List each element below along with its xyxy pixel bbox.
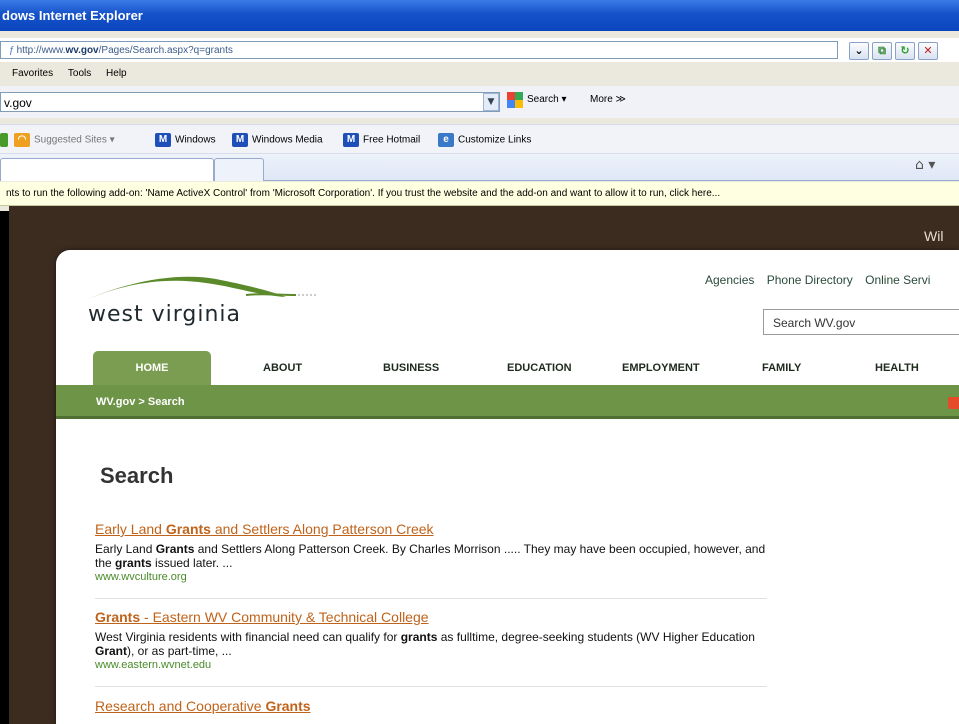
result-divider xyxy=(95,598,767,599)
search-result: Grants - Eastern WV Community & Technica… xyxy=(95,608,767,672)
search-toolbar: v.gov xyxy=(0,86,959,118)
google-icon xyxy=(507,92,523,108)
result-title-link[interactable]: Grants - Eastern WV Community & Technica… xyxy=(95,608,767,626)
fav-free-hotmail[interactable]: M Free Hotmail xyxy=(343,133,420,148)
ie-icon: e xyxy=(438,133,454,147)
address-bar: ƒ http://www.wv.gov/Pages/Search.aspx?q=g… xyxy=(0,38,959,62)
search-result: Early Land Grants and Settlers Along Pat… xyxy=(95,520,767,584)
nav-home[interactable]: HOME xyxy=(93,351,211,385)
result-url: www.eastern.wvnet.edu xyxy=(95,659,212,671)
tab-active[interactable] xyxy=(0,158,214,181)
result-url: www.wvculture.org xyxy=(95,571,187,583)
nav-education[interactable]: EDUCATION xyxy=(507,362,572,374)
fav-label: Windows xyxy=(175,134,216,146)
menu-help[interactable]: Help xyxy=(106,68,127,79)
top-links: Agencies Phone Directory Online Servi xyxy=(705,273,939,287)
result-divider xyxy=(95,686,767,687)
wv-logo-text[interactable]: west virginia xyxy=(88,302,241,327)
nav-health[interactable]: HEALTH xyxy=(875,362,919,374)
refresh-icon[interactable]: ↻ xyxy=(895,42,915,60)
fav-suggested-sites[interactable]: ◠ Suggested Sites ▾ xyxy=(14,133,115,148)
fav-label: Customize Links xyxy=(458,134,532,146)
address-dropdown-icon[interactable]: ⌄ xyxy=(849,42,869,60)
favorites-bar: ◠ Suggested Sites ▾ M Windows M Windows Med… xyxy=(0,124,959,154)
suggested-sites-icon: ◠ xyxy=(14,133,30,147)
tab-strip xyxy=(0,154,959,181)
result-title-link[interactable]: Research and Cooperative Grants xyxy=(95,697,767,715)
window-title: dows Internet Explorer xyxy=(0,0,959,31)
nav-about[interactable]: ABOUT xyxy=(263,362,302,374)
link-online-services[interactable]: Online Servi xyxy=(865,273,930,287)
home-icon[interactable]: ⌂ ▾ xyxy=(915,157,935,173)
address-path: /Pages/Search.aspx?q=grants xyxy=(98,45,233,56)
result-title-link[interactable]: Early Land Grants and Settlers Along Pat… xyxy=(95,520,767,538)
breadcrumb[interactable]: WV.gov > Search xyxy=(96,396,185,408)
nav-business[interactable]: BUSINESS xyxy=(383,362,439,374)
more-button[interactable]: More ≫ xyxy=(590,94,626,105)
msn-icon: M xyxy=(155,133,171,147)
breadcrumb-bar xyxy=(56,385,959,419)
activex-info-bar[interactable]: nts to run the following add-on: 'Name A… xyxy=(0,182,959,206)
address-domain: wv.gov xyxy=(65,45,99,56)
stop-icon[interactable]: ✕ xyxy=(918,42,938,60)
fav-label: Suggested Sites ▾ xyxy=(34,134,115,146)
fav-label: Free Hotmail xyxy=(363,134,421,146)
address-prefix: http://www. xyxy=(16,45,66,56)
toolbar-search-input[interactable]: v.gov xyxy=(0,92,500,112)
nav-family[interactable]: FAMILY xyxy=(762,362,801,374)
new-tab-button[interactable] xyxy=(214,158,264,181)
compatibility-view-icon[interactable]: ⧉ xyxy=(872,42,892,60)
browser-window: dows Internet Explorer ƒ http://www.wv.go… xyxy=(0,0,959,724)
link-phone-directory[interactable]: Phone Directory xyxy=(767,273,853,287)
page-title: Search xyxy=(100,463,174,488)
fav-label: Windows Media xyxy=(252,134,323,146)
fav-customize-links[interactable]: e Customize Links xyxy=(438,133,531,148)
welcome-text: Wil xyxy=(924,228,944,244)
wv-logo-mountains[interactable] xyxy=(86,273,326,305)
nav-employment[interactable]: EMPLOYMENT xyxy=(622,362,700,374)
address-input[interactable]: ƒ http://www.wv.gov/Pages/Search.aspx?q=g… xyxy=(0,41,838,59)
menu-tools[interactable]: Tools xyxy=(68,68,91,79)
fav-windows[interactable]: M Windows xyxy=(155,133,216,148)
menu-favorites[interactable]: Favorites xyxy=(12,68,53,79)
site-search-input[interactable]: Search WV.gov xyxy=(763,309,959,335)
share-icon[interactable] xyxy=(948,397,959,409)
fav-windows-media[interactable]: M Windows Media xyxy=(232,133,323,148)
link-agencies[interactable]: Agencies xyxy=(705,273,754,287)
search-result: Research and Cooperative Grants xyxy=(95,697,767,715)
search-button[interactable]: Search ▾ xyxy=(527,94,566,105)
result-snippet: West Virginia residents with financial n… xyxy=(95,630,755,658)
search-dropdown-icon[interactable]: ▼ xyxy=(483,93,499,111)
favorites-star-icon[interactable] xyxy=(0,133,12,148)
msn-icon: M xyxy=(343,133,359,147)
page-icon: ƒ xyxy=(9,45,15,56)
msn-icon: M xyxy=(232,133,248,147)
result-snippet: Early Land Grants and Settlers Along Pat… xyxy=(95,542,766,570)
menu-bar: Favorites Tools Help xyxy=(0,64,127,84)
